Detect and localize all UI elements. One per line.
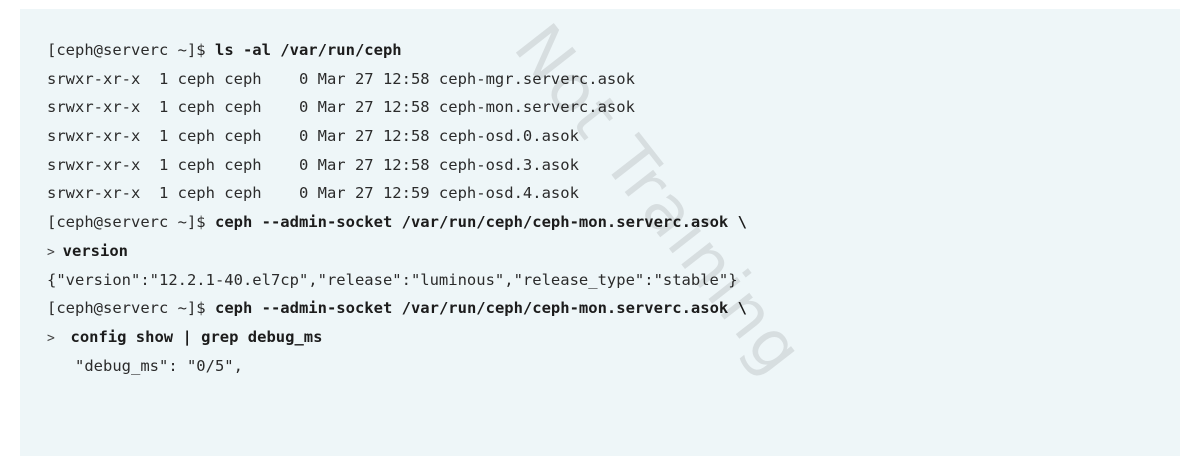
command-text: ls -al /var/run/ceph [214,41,402,59]
output-line: srwxr-xr-x 1 ceph ceph 0 Mar 27 12:58 ce… [47,98,635,117]
command-text: config show | grep debug_ms [70,327,323,346]
command-line: [ceph@serverc ~]$ ceph --admin-socket /v… [47,294,1180,323]
output-line: srwxr-xr-x 1 ceph ceph 0 Mar 27 12:58 ce… [47,155,579,174]
continuation-prompt: > [47,244,63,260]
terminal-output: [ceph@serverc ~]$ ls -al /var/run/ceph s… [20,9,1180,456]
continuation-line: > config show | grep debug_ms [47,323,1180,352]
command-line: [ceph@serverc ~]$ ceph --admin-socket /v… [47,208,1180,237]
continuation-prompt: > [47,330,71,346]
shell-prompt: [ceph@serverc ~]$ [47,41,215,59]
output-line: srwxr-xr-x 1 ceph ceph 0 Mar 27 12:58 ce… [47,127,579,146]
output-line: {"version":"12.2.1-40.el7cp","release":"… [47,270,738,289]
shell-prompt: [ceph@serverc ~]$ [47,299,215,318]
output-line: srwxr-xr-x 1 ceph ceph 0 Mar 27 12:58 ce… [47,69,635,88]
continuation-line: > version [47,237,1180,266]
output-line: "debug_ms": "0/5", [47,356,243,375]
command-line: [ceph@serverc ~]$ ls -al /var/run/ceph [47,36,1180,65]
command-text: version [62,241,128,260]
command-text: ceph --admin-socket /var/run/ceph/ceph-m… [214,299,747,318]
command-text: ceph --admin-socket /var/run/ceph/ceph-m… [214,213,747,232]
output-line: srwxr-xr-x 1 ceph ceph 0 Mar 27 12:59 ce… [47,184,579,203]
shell-prompt: [ceph@serverc ~]$ [47,213,215,232]
